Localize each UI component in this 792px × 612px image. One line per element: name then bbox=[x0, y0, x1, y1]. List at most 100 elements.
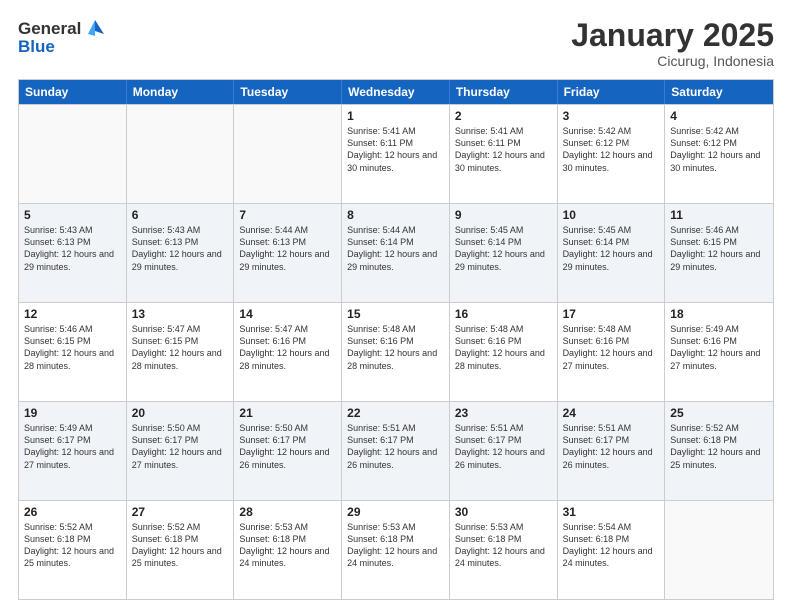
day-number: 12 bbox=[24, 307, 121, 321]
day-info: Sunrise: 5:52 AM Sunset: 6:18 PM Dayligh… bbox=[132, 521, 229, 570]
day-cell-27: 27 Sunrise: 5:52 AM Sunset: 6:18 PM Dayli… bbox=[127, 501, 235, 599]
calendar-row-1: 5 Sunrise: 5:43 AM Sunset: 6:13 PM Daylig… bbox=[19, 203, 773, 302]
day-cell-30: 30 Sunrise: 5:53 AM Sunset: 6:18 PM Dayli… bbox=[450, 501, 558, 599]
day-cell-31: 31Sunrise: 5:54 AM Sunset: 6:18 PM Dayli… bbox=[558, 501, 666, 599]
day-number: 20 bbox=[132, 406, 229, 420]
day-cell-18: 18Sunrise: 5:49 AM Sunset: 6:16 PM Dayli… bbox=[665, 303, 773, 401]
day-info: Sunrise: 5:53 AM Sunset: 6:18 PM Dayligh… bbox=[347, 521, 444, 570]
day-info: Sunrise: 5:48 AM Sunset: 6:16 PM Dayligh… bbox=[455, 323, 552, 372]
empty-cell-0-2 bbox=[234, 105, 342, 203]
day-cell-8: 8 Sunrise: 5:44 AM Sunset: 6:14 PM Daylig… bbox=[342, 204, 450, 302]
day-cell-15: 15Sunrise: 5:48 AM Sunset: 6:16 PM Dayli… bbox=[342, 303, 450, 401]
logo-blue: Blue bbox=[18, 38, 55, 57]
month-title: January 2025 bbox=[571, 18, 774, 53]
weekday-header-thursday: Thursday bbox=[450, 80, 558, 104]
day-number: 22 bbox=[347, 406, 444, 420]
weekday-header-tuesday: Tuesday bbox=[234, 80, 342, 104]
day-info: Sunrise: 5:49 AM Sunset: 6:16 PM Dayligh… bbox=[670, 323, 768, 372]
calendar-header: SundayMondayTuesdayWednesdayThursdayFrid… bbox=[19, 80, 773, 104]
day-info: Sunrise: 5:48 AM Sunset: 6:16 PM Dayligh… bbox=[563, 323, 660, 372]
day-cell-19: 19Sunrise: 5:49 AM Sunset: 6:17 PM Dayli… bbox=[19, 402, 127, 500]
day-number: 16 bbox=[455, 307, 552, 321]
day-cell-26: 26 Sunrise: 5:52 AM Sunset: 6:18 PM Dayli… bbox=[19, 501, 127, 599]
day-number: 25 bbox=[670, 406, 768, 420]
day-number: 15 bbox=[347, 307, 444, 321]
day-number: 2 bbox=[455, 109, 552, 123]
day-info: Sunrise: 5:51 AM Sunset: 6:17 PM Dayligh… bbox=[563, 422, 660, 471]
day-number: 28 bbox=[239, 505, 336, 519]
day-cell-4: 4Sunrise: 5:42 AM Sunset: 6:12 PM Daylig… bbox=[665, 105, 773, 203]
day-cell-5: 5 Sunrise: 5:43 AM Sunset: 6:13 PM Daylig… bbox=[19, 204, 127, 302]
day-info: Sunrise: 5:47 AM Sunset: 6:15 PM Dayligh… bbox=[132, 323, 229, 372]
page: General Blue January 2025 Cicurug, Indon… bbox=[0, 0, 792, 612]
day-cell-17: 17 Sunrise: 5:48 AM Sunset: 6:16 PM Dayli… bbox=[558, 303, 666, 401]
day-cell-12: 12Sunrise: 5:46 AM Sunset: 6:15 PM Dayli… bbox=[19, 303, 127, 401]
day-info: Sunrise: 5:45 AM Sunset: 6:14 PM Dayligh… bbox=[455, 224, 552, 273]
day-number: 30 bbox=[455, 505, 552, 519]
calendar-row-3: 19Sunrise: 5:49 AM Sunset: 6:17 PM Dayli… bbox=[19, 401, 773, 500]
day-cell-6: 6Sunrise: 5:43 AM Sunset: 6:13 PM Daylig… bbox=[127, 204, 235, 302]
day-info: Sunrise: 5:50 AM Sunset: 6:17 PM Dayligh… bbox=[132, 422, 229, 471]
day-info: Sunrise: 5:43 AM Sunset: 6:13 PM Dayligh… bbox=[24, 224, 121, 273]
day-cell-22: 22 Sunrise: 5:51 AM Sunset: 6:17 PM Dayli… bbox=[342, 402, 450, 500]
logo-general: General bbox=[18, 20, 81, 39]
day-cell-13: 13 Sunrise: 5:47 AM Sunset: 6:15 PM Dayli… bbox=[127, 303, 235, 401]
day-info: Sunrise: 5:42 AM Sunset: 6:12 PM Dayligh… bbox=[563, 125, 660, 174]
weekday-header-friday: Friday bbox=[558, 80, 666, 104]
day-info: Sunrise: 5:52 AM Sunset: 6:18 PM Dayligh… bbox=[670, 422, 768, 471]
day-number: 1 bbox=[347, 109, 444, 123]
day-number: 8 bbox=[347, 208, 444, 222]
day-number: 7 bbox=[239, 208, 336, 222]
day-info: Sunrise: 5:44 AM Sunset: 6:14 PM Dayligh… bbox=[347, 224, 444, 273]
empty-cell-0-1 bbox=[127, 105, 235, 203]
day-cell-14: 14 Sunrise: 5:47 AM Sunset: 6:16 PM Dayli… bbox=[234, 303, 342, 401]
day-cell-9: 9Sunrise: 5:45 AM Sunset: 6:14 PM Daylig… bbox=[450, 204, 558, 302]
day-number: 27 bbox=[132, 505, 229, 519]
day-number: 10 bbox=[563, 208, 660, 222]
calendar-row-0: 1Sunrise: 5:41 AM Sunset: 6:11 PM Daylig… bbox=[19, 104, 773, 203]
day-cell-1: 1Sunrise: 5:41 AM Sunset: 6:11 PM Daylig… bbox=[342, 105, 450, 203]
calendar-body: 1Sunrise: 5:41 AM Sunset: 6:11 PM Daylig… bbox=[19, 104, 773, 599]
day-number: 17 bbox=[563, 307, 660, 321]
day-cell-21: 21 Sunrise: 5:50 AM Sunset: 6:17 PM Dayli… bbox=[234, 402, 342, 500]
day-number: 19 bbox=[24, 406, 121, 420]
day-cell-25: 25 Sunrise: 5:52 AM Sunset: 6:18 PM Dayli… bbox=[665, 402, 773, 500]
day-info: Sunrise: 5:53 AM Sunset: 6:18 PM Dayligh… bbox=[239, 521, 336, 570]
empty-cell-4-6 bbox=[665, 501, 773, 599]
weekday-header-sunday: Sunday bbox=[19, 80, 127, 104]
weekday-header-wednesday: Wednesday bbox=[342, 80, 450, 104]
day-number: 14 bbox=[239, 307, 336, 321]
day-number: 31 bbox=[563, 505, 660, 519]
day-number: 23 bbox=[455, 406, 552, 420]
day-info: Sunrise: 5:44 AM Sunset: 6:13 PM Dayligh… bbox=[239, 224, 336, 273]
day-cell-23: 23 Sunrise: 5:51 AM Sunset: 6:17 PM Dayli… bbox=[450, 402, 558, 500]
day-cell-28: 28 Sunrise: 5:53 AM Sunset: 6:18 PM Dayli… bbox=[234, 501, 342, 599]
logo: General Blue bbox=[18, 18, 106, 57]
day-info: Sunrise: 5:45 AM Sunset: 6:14 PM Dayligh… bbox=[563, 224, 660, 273]
day-info: Sunrise: 5:42 AM Sunset: 6:12 PM Dayligh… bbox=[670, 125, 768, 174]
day-cell-7: 7 Sunrise: 5:44 AM Sunset: 6:13 PM Daylig… bbox=[234, 204, 342, 302]
day-info: Sunrise: 5:43 AM Sunset: 6:13 PM Dayligh… bbox=[132, 224, 229, 273]
day-number: 21 bbox=[239, 406, 336, 420]
location: Cicurug, Indonesia bbox=[571, 53, 774, 69]
day-number: 29 bbox=[347, 505, 444, 519]
day-cell-16: 16 Sunrise: 5:48 AM Sunset: 6:16 PM Dayli… bbox=[450, 303, 558, 401]
weekday-header-monday: Monday bbox=[127, 80, 235, 104]
day-cell-29: 29 Sunrise: 5:53 AM Sunset: 6:18 PM Dayli… bbox=[342, 501, 450, 599]
day-number: 26 bbox=[24, 505, 121, 519]
day-number: 3 bbox=[563, 109, 660, 123]
day-info: Sunrise: 5:47 AM Sunset: 6:16 PM Dayligh… bbox=[239, 323, 336, 372]
day-info: Sunrise: 5:51 AM Sunset: 6:17 PM Dayligh… bbox=[347, 422, 444, 471]
weekday-header-saturday: Saturday bbox=[665, 80, 773, 104]
day-cell-11: 11Sunrise: 5:46 AM Sunset: 6:15 PM Dayli… bbox=[665, 204, 773, 302]
day-info: Sunrise: 5:51 AM Sunset: 6:17 PM Dayligh… bbox=[455, 422, 552, 471]
day-number: 13 bbox=[132, 307, 229, 321]
day-number: 5 bbox=[24, 208, 121, 222]
day-cell-2: 2Sunrise: 5:41 AM Sunset: 6:11 PM Daylig… bbox=[450, 105, 558, 203]
day-info: Sunrise: 5:52 AM Sunset: 6:18 PM Dayligh… bbox=[24, 521, 121, 570]
day-number: 24 bbox=[563, 406, 660, 420]
day-info: Sunrise: 5:53 AM Sunset: 6:18 PM Dayligh… bbox=[455, 521, 552, 570]
calendar-row-4: 26 Sunrise: 5:52 AM Sunset: 6:18 PM Dayli… bbox=[19, 500, 773, 599]
day-cell-24: 24 Sunrise: 5:51 AM Sunset: 6:17 PM Dayli… bbox=[558, 402, 666, 500]
day-info: Sunrise: 5:50 AM Sunset: 6:17 PM Dayligh… bbox=[239, 422, 336, 471]
